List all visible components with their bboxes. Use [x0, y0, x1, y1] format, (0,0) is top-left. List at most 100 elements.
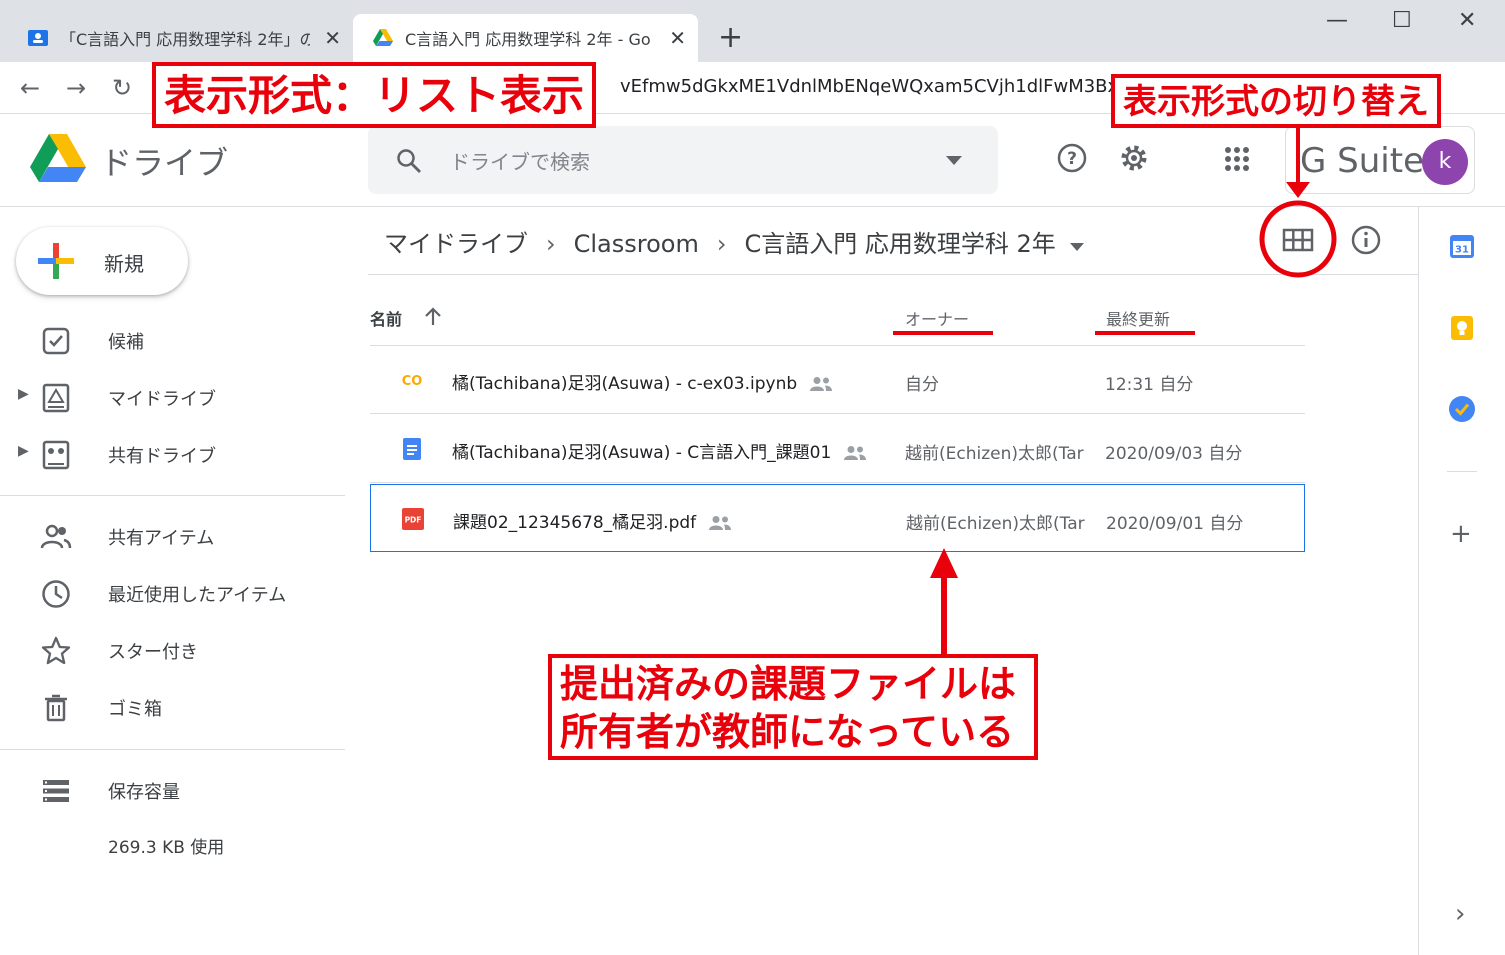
window-close-icon[interactable]: ✕	[1458, 8, 1476, 33]
modified-underline	[1095, 331, 1195, 335]
sidebar-item-trash[interactable]: ゴミ箱	[0, 682, 345, 732]
tasks-icon[interactable]	[1448, 395, 1476, 423]
svg-text:?: ?	[1067, 149, 1077, 169]
annotation-note-line2: 所有者が教師になっている	[560, 710, 1015, 754]
clock-icon	[42, 580, 70, 608]
sidebar-item-label: 共有アイテム	[108, 528, 215, 549]
plus-icon	[38, 243, 74, 279]
sort-arrow-up-icon[interactable]	[424, 307, 442, 327]
file-row[interactable]: 橘(Tachibana)足羽(Asuwa) - C言語入門_課題01 越前(Ec…	[370, 415, 1305, 483]
sidebar-item-recent[interactable]: 最近使用したアイテム	[0, 568, 345, 618]
check-box-icon	[42, 327, 70, 355]
file-name: 橘(Tachibana)足羽(Asuwa) - c-ex03.ipynb	[452, 369, 833, 394]
url-field[interactable]: vEfmw5dGkxME1VdnlMbENqeWQxam5CVjh1dlFwM3…	[620, 76, 1115, 97]
star-icon	[41, 636, 71, 665]
sidebar-item-suggestions[interactable]: 候補	[0, 315, 345, 365]
drive-favicon-icon	[373, 29, 393, 46]
apps-grid-icon[interactable]	[1224, 146, 1250, 172]
sidebar-item-my-drive[interactable]: ▶ マイドライブ	[0, 372, 345, 422]
annotation-toggle-arrow	[1259, 128, 1337, 278]
expand-arrow-icon[interactable]: ▶	[18, 386, 29, 402]
breadcrumb: マイドライブ › Classroom › C言語入門 応用数理学科 2年	[384, 224, 1084, 259]
sidebar-item-label: 最近使用したアイテム	[108, 585, 287, 606]
sidebar-item-label: 共有ドライブ	[108, 446, 216, 467]
svg-text:PDF: PDF	[405, 516, 422, 525]
new-tab-icon[interactable]: +	[718, 20, 743, 55]
colab-file-icon: CO	[402, 374, 423, 389]
column-header-owner[interactable]: オーナー	[905, 306, 969, 330]
my-drive-icon	[42, 383, 70, 413]
file-owner: 越前(Echizen)太郎(Tar	[905, 444, 1084, 464]
annotation-list-view: 表示形式：リスト表示	[152, 62, 597, 128]
file-modified: 2020/09/01 自分	[1106, 514, 1244, 534]
file-row[interactable]: CO 橘(Tachibana)足羽(Asuwa) - c-ex03.ipynb …	[370, 346, 1305, 414]
pdf-file-icon: PDF	[402, 508, 424, 530]
avatar[interactable]: k	[1422, 139, 1468, 185]
annotation-owner-note: 提出済みの課題ファイルは 所有者が教師になっている	[548, 654, 1038, 760]
minimize-icon[interactable]: —	[1326, 8, 1348, 33]
side-panel-divider	[1447, 471, 1477, 472]
expand-arrow-icon[interactable]: ▶	[18, 443, 29, 459]
svg-text:CO: CO	[402, 374, 423, 389]
maximize-icon[interactable]: ☐	[1392, 8, 1412, 33]
storage-usage: 269.3 KB 使用	[108, 838, 225, 858]
shared-drive-icon	[42, 440, 70, 470]
expand-panel-chevron-icon[interactable]: ›	[1455, 899, 1465, 929]
sidebar-item-shared-drives[interactable]: ▶ 共有ドライブ	[0, 429, 345, 479]
sidebar-divider	[0, 749, 345, 750]
search-options-icon[interactable]	[946, 156, 962, 166]
file-name: 橘(Tachibana)足羽(Asuwa) - C言語入門_課題01	[452, 438, 867, 463]
shared-people-icon	[709, 516, 732, 530]
back-icon[interactable]: ←	[20, 74, 40, 102]
keep-icon[interactable]	[1449, 315, 1475, 341]
browser-tab-drive[interactable]: C言語入門 応用数理学科 2年 - Go ✕	[353, 14, 698, 62]
file-modified: 12:31 自分	[1105, 375, 1194, 395]
breadcrumb-current-folder[interactable]: C言語入門 応用数理学科 2年	[744, 230, 1055, 258]
breadcrumb-my-drive[interactable]: マイドライブ	[384, 230, 528, 258]
classroom-favicon-icon	[28, 30, 48, 46]
shared-people-icon	[810, 377, 833, 391]
reload-icon[interactable]: ↻	[112, 74, 132, 102]
settings-gear-icon[interactable]	[1118, 142, 1150, 174]
calendar-icon[interactable]: 31	[1449, 233, 1475, 259]
column-header-name[interactable]: 名前	[370, 306, 402, 330]
owner-underline	[893, 331, 993, 335]
trash-icon	[45, 694, 67, 722]
sidebar-item-label: マイドライブ	[108, 389, 216, 410]
file-name-text: 橘(Tachibana)足羽(Asuwa) - C言語入門_課題01	[452, 443, 832, 463]
tab-title: 「C言語入門 応用数理学科 2年」の	[60, 30, 310, 49]
google-doc-icon	[403, 438, 421, 460]
svg-text:31: 31	[1455, 245, 1469, 256]
new-button[interactable]: 新規	[16, 227, 188, 295]
search-box[interactable]: ドライブで検索	[368, 126, 998, 194]
forward-icon[interactable]: →	[66, 74, 86, 102]
sidebar-item-label: 保存容量	[108, 782, 180, 803]
sidebar-item-starred[interactable]: スター付き	[0, 625, 345, 675]
sidebar-item-shared-with-me[interactable]: 共有アイテム	[0, 511, 345, 561]
search-placeholder: ドライブで検索	[450, 150, 590, 174]
file-name-text: 橘(Tachibana)足羽(Asuwa) - c-ex03.ipynb	[452, 374, 798, 394]
file-row-selected[interactable]: PDF 課題02_12345678_橘足羽.pdf 越前(Echizen)太郎(…	[370, 484, 1305, 552]
storage-icon	[43, 780, 69, 802]
add-addon-plus-icon[interactable]: +	[1450, 519, 1472, 549]
sidebar-item-label: ゴミ箱	[108, 699, 162, 720]
search-icon[interactable]	[396, 148, 422, 174]
chevron-right-icon: ›	[716, 230, 727, 258]
file-name: 課題02_12345678_橘足羽.pdf	[453, 508, 732, 533]
browser-tab-classroom[interactable]: 「C言語入門 応用数理学科 2年」の ✕	[8, 14, 353, 62]
browser-tab-bar: 「C言語入門 応用数理学科 2年」の ✕ C言語入門 応用数理学科 2年 - G…	[0, 0, 1505, 62]
screen: 「C言語入門 応用数理学科 2年」の ✕ C言語入門 応用数理学科 2年 - G…	[0, 0, 1505, 955]
chevron-down-icon[interactable]	[1069, 243, 1084, 252]
file-owner: 自分	[905, 375, 939, 395]
drive-logo-icon	[30, 134, 86, 182]
help-icon[interactable]: ?	[1056, 142, 1088, 174]
file-owner: 越前(Echizen)太郎(Tar	[906, 514, 1085, 534]
column-header-modified[interactable]: 最終更新	[1106, 306, 1170, 330]
file-name-text: 課題02_12345678_橘足羽.pdf	[453, 513, 697, 533]
breadcrumb-classroom[interactable]: Classroom	[574, 230, 699, 258]
tab-close-icon[interactable]: ✕	[324, 26, 341, 50]
sidebar-item-storage[interactable]: 保存容量	[0, 765, 345, 815]
tab-title: C言語入門 応用数理学科 2年 - Go	[405, 30, 651, 49]
tab-close-icon[interactable]: ✕	[669, 26, 686, 50]
side-panel: 31 + ›	[1418, 207, 1505, 955]
